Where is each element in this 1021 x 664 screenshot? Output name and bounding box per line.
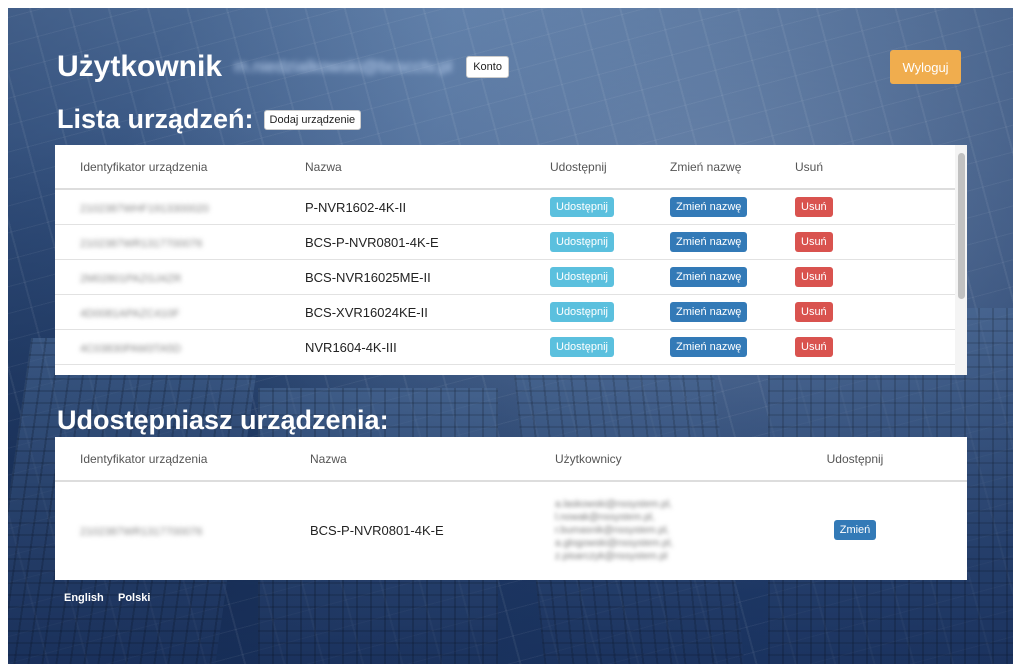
device-name: BCS-NVR16025ME-II <box>305 269 431 285</box>
device-id: 2102387WHF1913300020 <box>80 202 210 215</box>
col-rename: Zmień nazwę <box>670 159 742 174</box>
device-name: BCS-P-NVR0801-4K-E <box>310 522 444 538</box>
device-name: NVR1604-4K-III <box>305 339 397 355</box>
devices-heading: Lista urządzeń: <box>57 104 254 134</box>
device-id: 4C03830PAM3TA5D <box>80 342 182 355</box>
table-row: 4D0081APAZC410F BCS-XVR16024KE-II Udostę… <box>55 295 967 330</box>
page-title: Użytkownik <box>57 50 223 83</box>
devices-table[interactable]: Identyfikator urządzenia Nazwa Udostępni… <box>55 145 967 375</box>
scrollbar-thumb[interactable] <box>958 153 965 299</box>
device-id: 4D0081APAZC410F <box>80 307 180 320</box>
change-share-button[interactable]: Zmień <box>833 520 877 540</box>
col-share: Udostępnij <box>550 159 607 174</box>
shared-table: Identyfikator urządzenia Nazwa Użytkowni… <box>55 437 967 580</box>
rename-button[interactable]: Zmień nazwę <box>670 302 748 322</box>
rename-button[interactable]: Zmień nazwę <box>670 337 748 357</box>
col-users: Użytkownicy <box>555 451 622 466</box>
shared-user: l.nowak@nssystem.pl, <box>555 511 655 523</box>
scrollbar[interactable] <box>955 145 967 375</box>
delete-button[interactable]: Usuń <box>795 197 833 217</box>
table-row: 2M02801PAZGJ4ZR BCS-NVR16025ME-II Udostę… <box>55 260 967 295</box>
add-device-button[interactable]: Dodaj urządzenie <box>263 109 362 130</box>
rename-button[interactable]: Zmień nazwę <box>670 232 748 252</box>
delete-button[interactable]: Usuń <box>795 337 833 357</box>
col-share: Udostępnij <box>826 451 884 466</box>
table-row: 2102387WR1317700076 BCS-P-NVR0801-4K-E U… <box>55 225 967 260</box>
col-name: Nazwa <box>305 159 342 174</box>
table-row-partial: Udostępnij Zmień nazwę Usuń <box>55 365 967 375</box>
devices-heading-row: Lista urządzeń: Dodaj urządzenie <box>57 104 362 135</box>
share-button[interactable]: Udostępnij <box>550 302 614 322</box>
shared-user: a.glogowski@nssystem.pl, <box>555 537 673 549</box>
col-delete: Usuń <box>795 159 824 174</box>
rename-button[interactable]: Zmień nazwę <box>670 197 748 217</box>
delete-button[interactable]: Usuń <box>795 232 833 252</box>
col-device-id: Identyfikator urządzenia <box>80 159 208 174</box>
table-header: Identyfikator urządzenia Nazwa Udostępni… <box>55 145 967 190</box>
shared-user: z.pisarczyk@nssystem.pl <box>555 550 668 562</box>
device-id: 2102387WR1317700076 <box>80 525 203 538</box>
user-header: Użytkownik m.niedzialkowski@bcscctv.pl K… <box>57 50 509 84</box>
rename-button[interactable]: Zmień nazwę <box>670 267 748 287</box>
table-row: 2102387WHF1913300020 P-NVR1602-4K-II Udo… <box>55 190 967 225</box>
user-email: m.niedzialkowski@bcscctv.pl <box>234 57 453 76</box>
share-button[interactable]: Udostępnij <box>550 337 614 357</box>
logout-button[interactable]: Wyloguj <box>890 50 961 84</box>
shared-heading: Udostępniasz urządzenia: <box>57 405 389 435</box>
col-device-id: Identyfikator urządzenia <box>80 451 208 466</box>
table-row: 4C03830PAM3TA5D NVR1604-4K-III Udostępni… <box>55 330 967 365</box>
table-header: Identyfikator urządzenia Nazwa Użytkowni… <box>55 437 967 482</box>
device-id: 2102387WR1317700076 <box>80 237 203 250</box>
device-name: BCS-P-NVR0801-4K-E <box>305 234 439 250</box>
delete-button[interactable]: Usuń <box>795 267 833 287</box>
table-row: 2102387WR1317700076 BCS-P-NVR0801-4K-E a… <box>55 482 967 578</box>
lang-polish-link[interactable]: Polski <box>118 592 150 604</box>
device-name: P-NVR1602-4K-II <box>305 199 407 215</box>
delete-button[interactable]: Usuń <box>795 302 833 322</box>
share-button[interactable]: Udostępnij <box>550 232 614 252</box>
device-id: 2M02801PAZGJ4ZR <box>80 272 182 285</box>
shared-users-list: a.laskowski@nssystem.pl, l.nowak@nssyste… <box>555 498 795 563</box>
shared-user: a.laskowski@nssystem.pl, <box>555 498 672 510</box>
device-name: BCS-XVR16024KE-II <box>305 304 428 320</box>
account-button[interactable]: Konto <box>466 56 509 78</box>
lang-english-link[interactable]: English <box>64 592 104 604</box>
share-button[interactable]: Udostępnij <box>550 267 614 287</box>
col-name: Nazwa <box>310 451 347 466</box>
share-button[interactable]: Udostępnij <box>550 197 614 217</box>
shared-user: r.bumasnik@nssystem.pl, <box>555 524 670 536</box>
